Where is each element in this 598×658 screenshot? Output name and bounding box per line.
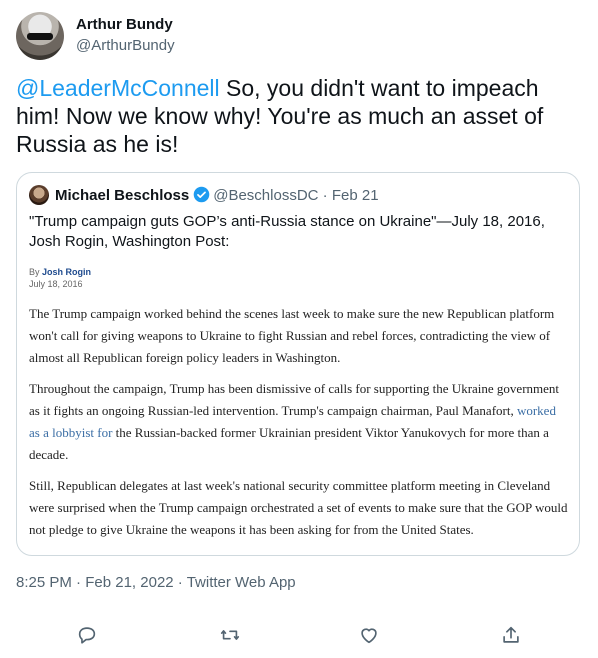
tweet-source: Twitter Web App xyxy=(186,574,296,591)
like-icon[interactable] xyxy=(358,624,380,646)
p2-text-a: Throughout the campaign, Trump has been … xyxy=(29,381,560,418)
reply-icon[interactable] xyxy=(76,624,98,646)
article-date: July 18, 2016 xyxy=(29,279,83,289)
author-name[interactable]: Arthur Bundy xyxy=(76,16,173,33)
meta-separator: · xyxy=(173,574,187,591)
article-byline: By Josh Rogin xyxy=(29,267,569,277)
author-handle[interactable]: @ArthurBundy xyxy=(76,37,175,54)
tweet-text: @LeaderMcConnell So, you didn't want to … xyxy=(16,74,582,158)
article-image: By Josh Rogin July 18, 2016 The Trump ca… xyxy=(29,267,569,541)
byline-author: Josh Rogin xyxy=(42,267,92,277)
quote-avatar xyxy=(29,185,49,205)
quote-author-name: Michael Beschloss xyxy=(55,187,190,204)
article-paragraph-2: Throughout the campaign, Trump has been … xyxy=(29,378,569,466)
meta-separator: · xyxy=(71,574,86,591)
quote-author-handle: @BeschlossDC xyxy=(213,187,319,204)
tweet-meta: 8:25 PM · Feb 21, 2022 · Twitter Web App xyxy=(16,574,296,591)
byline-prefix: By xyxy=(29,267,43,277)
action-bar xyxy=(0,620,598,650)
share-icon[interactable] xyxy=(500,624,522,646)
mention-link[interactable]: @LeaderMcConnell xyxy=(16,75,220,101)
quote-separator: · xyxy=(318,187,332,204)
avatar-glasses xyxy=(27,33,53,40)
quoted-tweet[interactable]: Michael Beschloss @BeschlossDC · Feb 21 "… xyxy=(16,172,580,556)
tweet-time[interactable]: 8:25 PM xyxy=(16,574,72,591)
quote-header: Michael Beschloss @BeschlossDC · Feb 21 xyxy=(55,186,379,204)
quote-text: "Trump campaign guts GOP’s anti-Russia s… xyxy=(29,213,545,250)
verified-badge-icon xyxy=(193,186,210,203)
retweet-icon[interactable] xyxy=(219,624,241,646)
author-avatar[interactable] xyxy=(16,12,64,60)
article-paragraph-1: The Trump campaign worked behind the sce… xyxy=(29,306,555,365)
article-paragraph-3: Still, Republican delegates at last week… xyxy=(29,478,568,537)
tweet-date[interactable]: Feb 21, 2022 xyxy=(85,574,173,591)
quote-date: Feb 21 xyxy=(331,187,379,204)
